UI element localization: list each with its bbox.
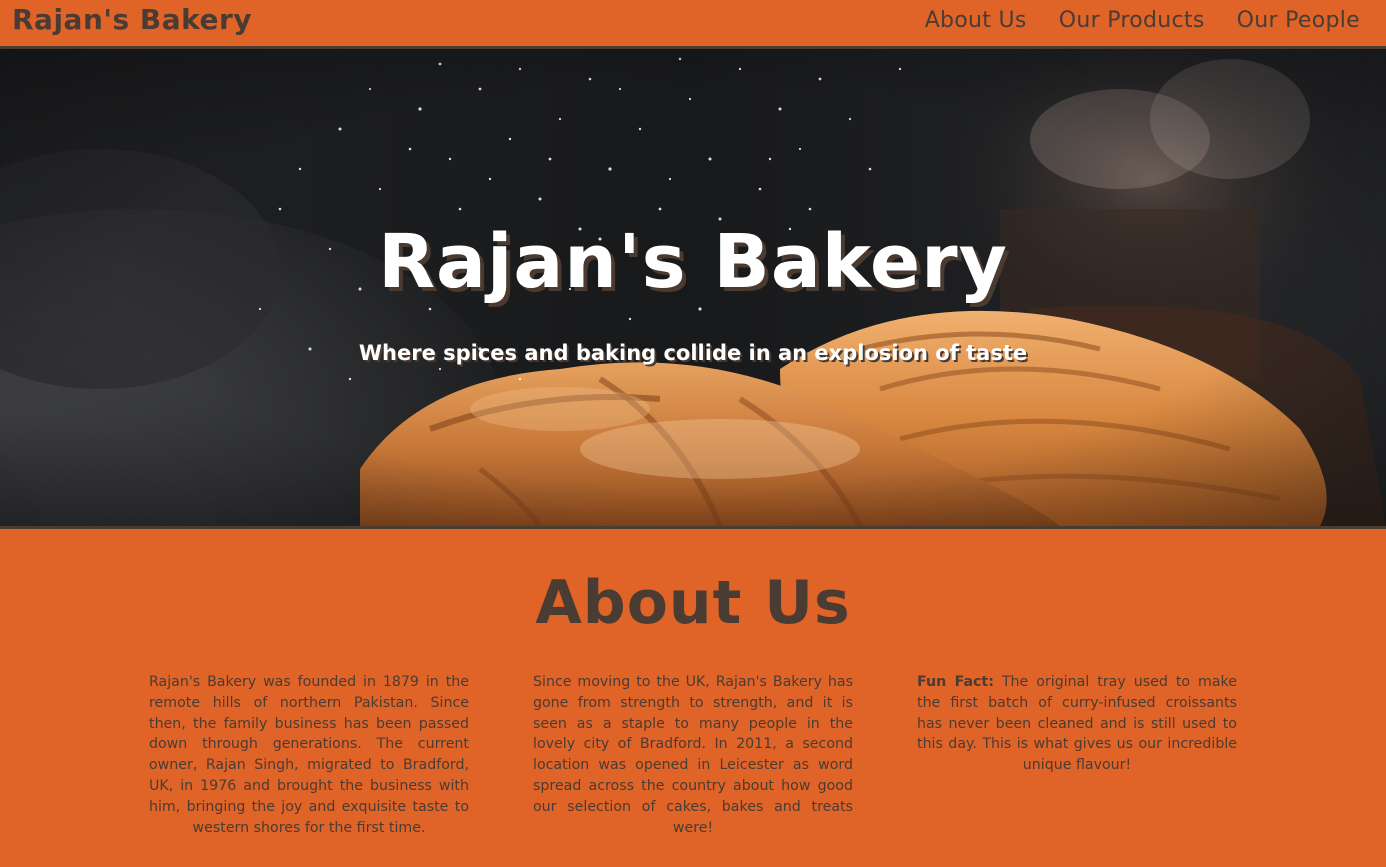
navbar: Rajan's Bakery About Us Our Products Our… [0,0,1386,49]
nav-links: About Us Our Products Our People [925,8,1360,33]
nav-link-our-people[interactable]: Our People [1237,8,1360,33]
about-history-paragraph: Rajan's Bakery was founded in 1879 in th… [149,674,469,836]
nav-link-about-us[interactable]: About Us [925,8,1027,33]
fun-fact-label: Fun Fact: [917,674,994,690]
nav-link-our-products[interactable]: Our Products [1059,8,1205,33]
hero-tagline: Where spices and baking collide in an ex… [358,341,1028,365]
about-fun-fact-paragraph: Fun Fact: The original tray used to make… [917,672,1237,776]
hero-title: Rajan's Bakery [378,219,1008,305]
brand-logo-link[interactable]: Rajan's Bakery [12,3,252,36]
hero-banner: Rajan's Bakery Where spices and baking c… [0,49,1386,529]
about-us-heading: About Us [535,568,851,638]
about-growth-paragraph: Since moving to the UK, Rajan's Bakery h… [533,674,853,836]
